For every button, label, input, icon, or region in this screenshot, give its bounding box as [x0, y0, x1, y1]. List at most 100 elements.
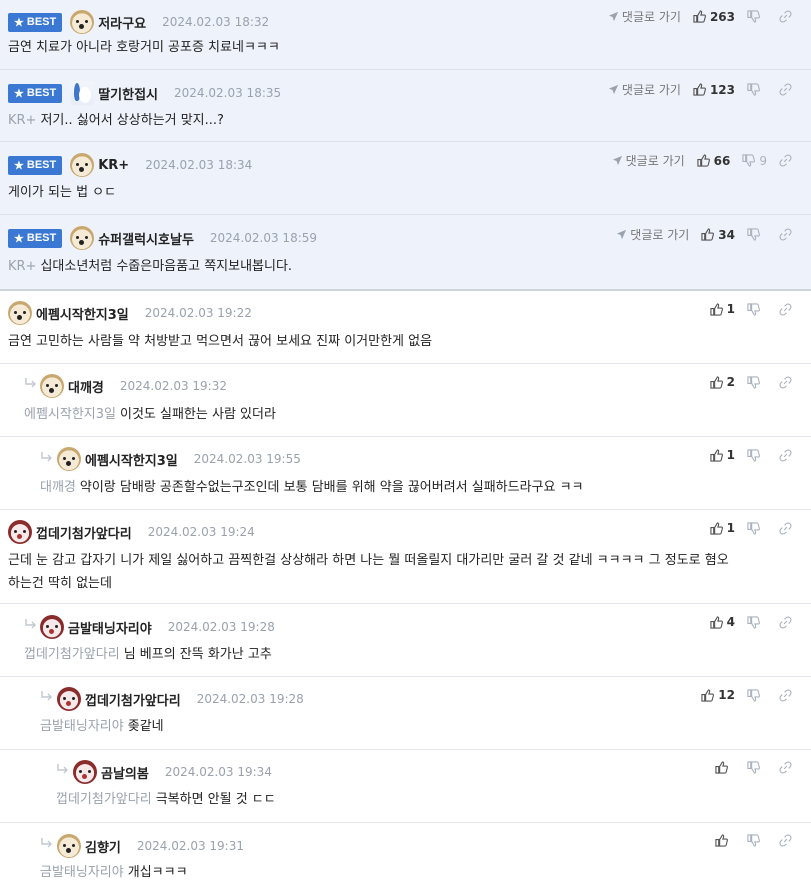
dog-icon[interactable]	[57, 834, 81, 858]
dislike-button[interactable]	[747, 10, 767, 23]
reply-target[interactable]: 금발태닝자리야	[40, 719, 124, 734]
comment-text: 금연 치료가 아니라 호랑거미 공포증 치료네ㅋㅋㅋ	[8, 40, 280, 55]
reply-indent-arrow-icon	[24, 378, 38, 390]
reply-indent-arrow-icon	[24, 619, 38, 631]
share-link-button[interactable]	[779, 228, 799, 241]
share-link-button[interactable]	[779, 375, 799, 389]
share-link-button[interactable]	[779, 154, 799, 167]
thumbs-up-icon	[697, 154, 710, 167]
share-link-button[interactable]	[779, 761, 799, 774]
like-button[interactable]: 123	[693, 83, 735, 97]
comment-date: 2024.02.03 19:28	[167, 620, 275, 634]
red-icon[interactable]	[40, 615, 64, 639]
dislike-button[interactable]	[747, 302, 767, 316]
like-button[interactable]	[715, 761, 735, 774]
red-icon[interactable]	[73, 760, 97, 784]
nickname[interactable]: 에펨시작한지3일	[85, 450, 178, 469]
go-to-reply-link[interactable]: 댓글로 가기	[616, 226, 689, 243]
nickname[interactable]: 저라구요	[98, 13, 146, 32]
reply-indent-arrow-icon	[56, 764, 70, 776]
dislike-button[interactable]	[747, 521, 767, 535]
nickname[interactable]: 금발태닝자리야	[68, 618, 152, 637]
share-link-button[interactable]	[779, 302, 799, 316]
dog-icon[interactable]	[40, 374, 64, 398]
red-icon[interactable]	[8, 520, 32, 544]
comment-text: 에펨시작한지3일 이것도 실패한는 사람 있더라	[24, 407, 276, 422]
thumbs-down-icon	[747, 615, 760, 629]
reply-target[interactable]: 에펨시작한지3일	[24, 407, 116, 422]
nickname[interactable]: 에펨시작한지3일	[36, 304, 129, 323]
reply-indent-arrow-icon	[40, 691, 54, 703]
like-button[interactable]: 1	[710, 448, 735, 462]
nickname[interactable]: 딸기한접시	[98, 84, 158, 103]
like-button[interactable]: 66	[697, 154, 730, 168]
comment-date: 2024.02.03 19:55	[193, 452, 301, 466]
dog-icon[interactable]	[70, 226, 95, 250]
dislike-button[interactable]	[747, 834, 767, 847]
bunny-icon[interactable]	[70, 81, 95, 105]
nickname[interactable]: 김향기	[85, 837, 121, 856]
nickname[interactable]: 껍데기첨가앞다리	[36, 523, 132, 542]
reply-target[interactable]: KR+	[8, 113, 36, 128]
nickname[interactable]: 곰날의봄	[101, 763, 149, 782]
dog-icon[interactable]	[8, 301, 32, 325]
share-link-button[interactable]	[779, 615, 799, 629]
go-to-reply-link[interactable]: 댓글로 가기	[608, 81, 681, 98]
thumbs-down-icon	[747, 228, 760, 241]
share-link-button[interactable]	[779, 83, 799, 96]
share-link-button[interactable]	[779, 834, 799, 847]
reply-comment: 에펨시작한지3일 2024.02.03 19:55 1 대깨경 약이랑 담배랑 공…	[0, 437, 811, 510]
share-link-button[interactable]	[779, 10, 799, 23]
comment-date: 2024.02.03 19:34	[164, 765, 272, 779]
like-button[interactable]: 1	[710, 521, 735, 535]
dog-icon[interactable]	[70, 153, 95, 177]
go-to-reply-link[interactable]: 댓글로 가기	[608, 8, 681, 25]
nickname[interactable]: KR+	[98, 158, 129, 173]
nickname[interactable]: 껍데기첨가앞다리	[85, 690, 181, 709]
share-link-button[interactable]	[779, 448, 799, 462]
dislike-button[interactable]	[747, 615, 767, 629]
share-link-button[interactable]	[779, 688, 799, 702]
dislike-button[interactable]	[747, 83, 767, 96]
best-badge: ★ BEST	[8, 155, 63, 175]
comment-text-line: 근데 눈 감고 갑자기 니가 제일 싫어하고 끔찍한걸 상상해라 하면 나는 뭘…	[8, 553, 729, 568]
dog-icon[interactable]	[70, 10, 95, 34]
star-icon: ★	[14, 232, 24, 245]
thumbs-up-icon	[710, 615, 723, 629]
link-icon	[779, 10, 792, 23]
dog-icon[interactable]	[57, 447, 81, 471]
nickname[interactable]: 대깨경	[68, 377, 104, 396]
thumbs-up-icon	[715, 834, 728, 847]
like-button[interactable]: 1	[710, 302, 735, 316]
thumbs-down-icon	[747, 834, 760, 847]
reply-target[interactable]: 금발태닝자리야	[40, 865, 124, 880]
comment-date: 2024.02.03 19:28	[196, 692, 304, 706]
dislike-button[interactable]	[747, 448, 767, 462]
dislike-button[interactable]	[747, 761, 767, 774]
red-icon[interactable]	[57, 687, 81, 711]
nickname[interactable]: 슈퍼갤럭시호날두	[98, 229, 194, 248]
reply-target[interactable]: 껍데기첨가앞다리	[56, 792, 152, 807]
dislike-button[interactable]	[747, 375, 767, 389]
comment-date: 2024.02.03 19:24	[147, 525, 255, 539]
reply-target[interactable]: KR+	[8, 259, 36, 274]
like-button[interactable]: 12	[701, 688, 735, 702]
like-button[interactable]: 4	[710, 615, 735, 629]
dislike-button[interactable]: 9	[742, 154, 767, 168]
dislike-button[interactable]	[747, 688, 767, 702]
like-button[interactable]: 263	[693, 10, 735, 24]
comment-text-line: 하는건 딱히 없는데	[8, 576, 112, 591]
link-icon	[779, 521, 792, 535]
like-button[interactable]: 2	[710, 375, 735, 389]
dislike-button[interactable]	[747, 228, 767, 241]
like-button[interactable]: 34	[701, 228, 735, 242]
go-to-reply-link[interactable]: 댓글로 가기	[612, 152, 685, 169]
thumbs-up-icon	[710, 448, 723, 462]
like-button[interactable]	[715, 834, 735, 847]
reply-target[interactable]: 껍데기첨가앞다리	[24, 647, 120, 662]
comment-text: 금연 고민하는 사람들 약 처방받고 먹으면서 끊어 보세요 진짜 이거만한게 …	[8, 334, 433, 349]
comment-date: 2024.02.03 19:31	[136, 839, 244, 853]
share-link-button[interactable]	[779, 521, 799, 535]
comment-text: 대깨경 약이랑 담배랑 공존할수없는구조인데 보통 담배를 위해 약을 끊어버려서…	[40, 480, 584, 495]
reply-target[interactable]: 대깨경	[40, 480, 76, 495]
